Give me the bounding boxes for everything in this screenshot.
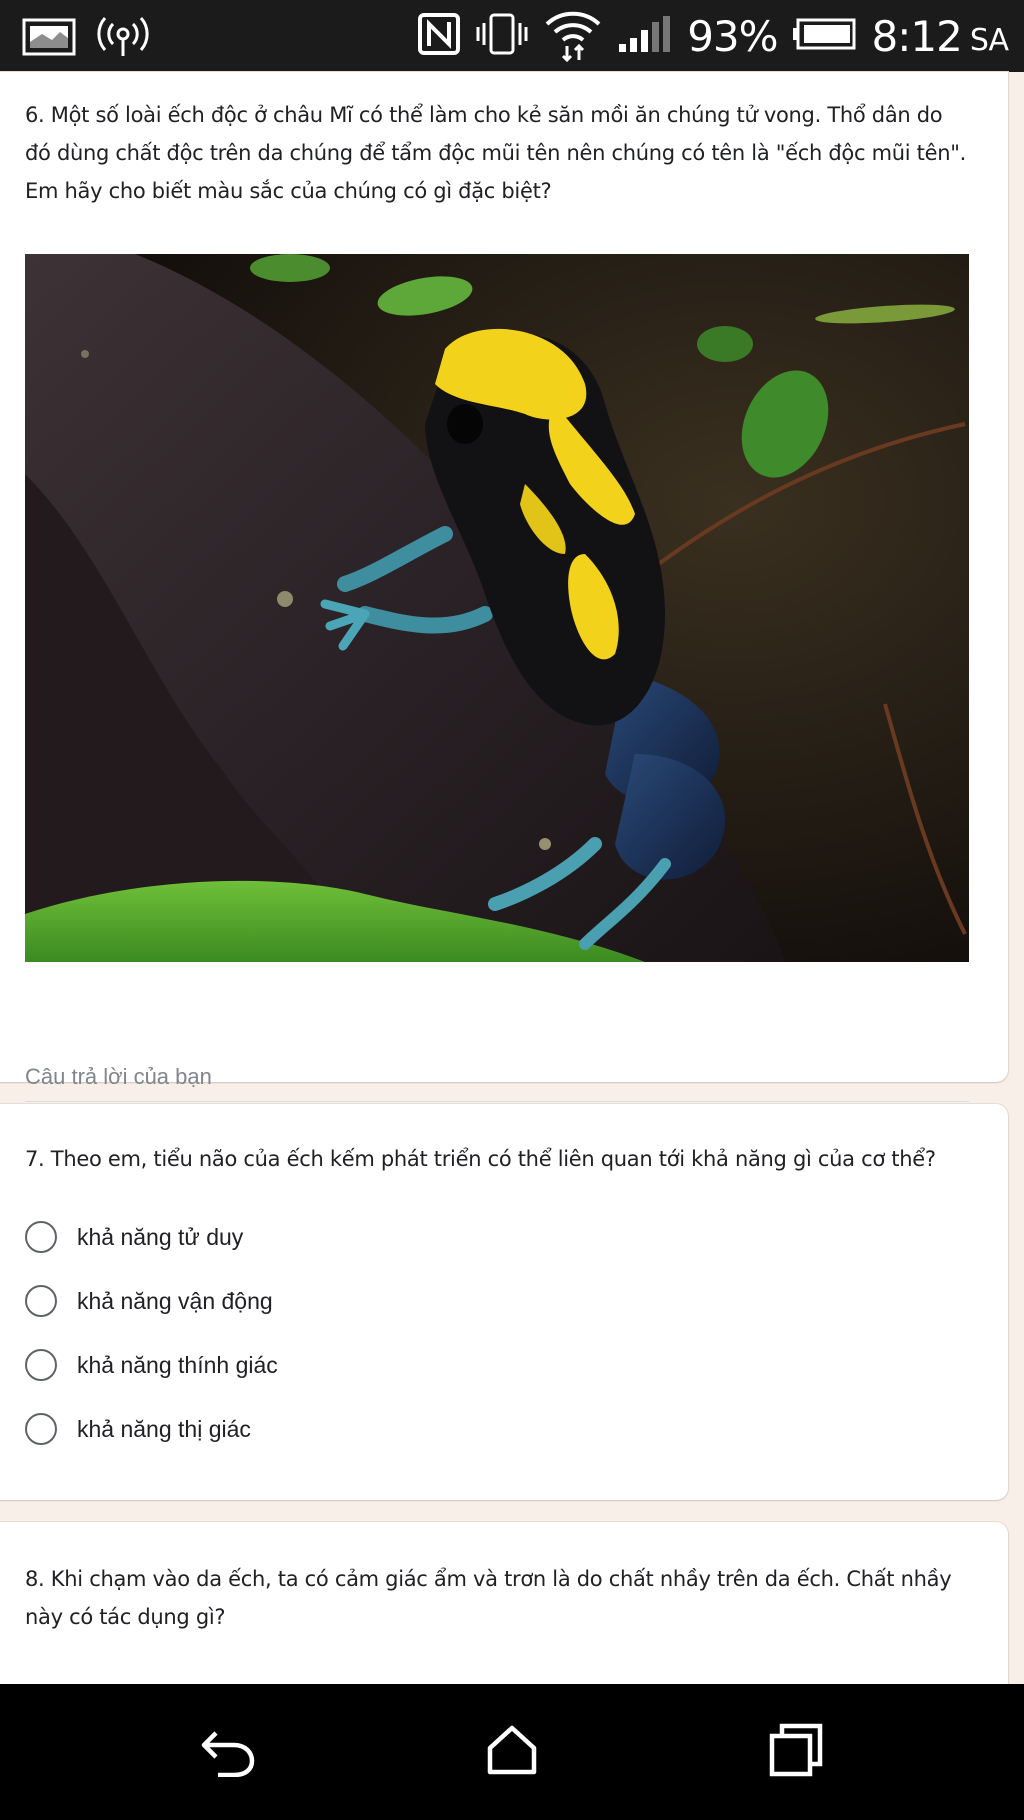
gallery-notification-icon <box>22 16 78 62</box>
clock-am-pm: SA <box>969 22 1009 58</box>
option-label: khả năng tử duy <box>77 1223 244 1250</box>
vibrate-icon <box>475 11 529 61</box>
option-radio[interactable]: khả năng tử duy <box>25 1217 243 1257</box>
question-card-6: 6. Một số loài ếch độc ở châu Mĩ có thể … <box>0 72 1008 1102</box>
back-icon <box>198 1723 258 1781</box>
nfc-icon <box>417 12 461 60</box>
option-label: khả năng thị giác <box>77 1415 251 1442</box>
option-radio[interactable]: khả năng thị giác <box>25 1409 251 1449</box>
wifi-icon <box>543 6 603 66</box>
signal-icon <box>617 14 673 58</box>
recents-button[interactable] <box>760 1720 832 1784</box>
radio-button[interactable] <box>25 1413 57 1445</box>
battery-percent: 93% <box>687 11 778 61</box>
option-label: khả năng vận động <box>77 1287 273 1314</box>
home-icon <box>484 1722 540 1782</box>
navigation-bar <box>0 1684 1024 1820</box>
radio-button[interactable] <box>25 1221 57 1253</box>
back-button[interactable] <box>192 1720 264 1784</box>
question-8-text: 8. Khi chạm vào da ếch, ta có cảm giác ẩ… <box>25 1567 952 1629</box>
answer-placeholder: Câu trả lời của bạn <box>25 1064 212 1089</box>
option-radio[interactable]: khả năng thính giác <box>25 1345 278 1385</box>
clock: 8:12 <box>871 11 963 61</box>
recents-icon <box>768 1722 824 1782</box>
question-6-text: 6. Một số loài ếch độc ở châu Mĩ có thể … <box>25 103 966 203</box>
status-bar: 93% 8:12 SA <box>0 0 1024 72</box>
battery-icon <box>792 16 858 56</box>
radio-button[interactable] <box>25 1285 57 1317</box>
question-card-7: 7. Theo em, tiểu não của ếch kếm phát tr… <box>0 1104 1008 1500</box>
question-7-text: 7. Theo em, tiểu não của ếch kếm phát tr… <box>25 1147 936 1171</box>
option-radio[interactable]: khả năng vận động <box>25 1281 273 1321</box>
option-label: khả năng thính giác <box>77 1351 278 1378</box>
home-button[interactable] <box>476 1720 548 1784</box>
poison-dart-frog-image <box>25 254 969 962</box>
radio-button[interactable] <box>25 1349 57 1381</box>
answer-input-6[interactable]: Câu trả lời của bạn <box>25 1054 969 1102</box>
hotspot-icon <box>96 14 150 64</box>
